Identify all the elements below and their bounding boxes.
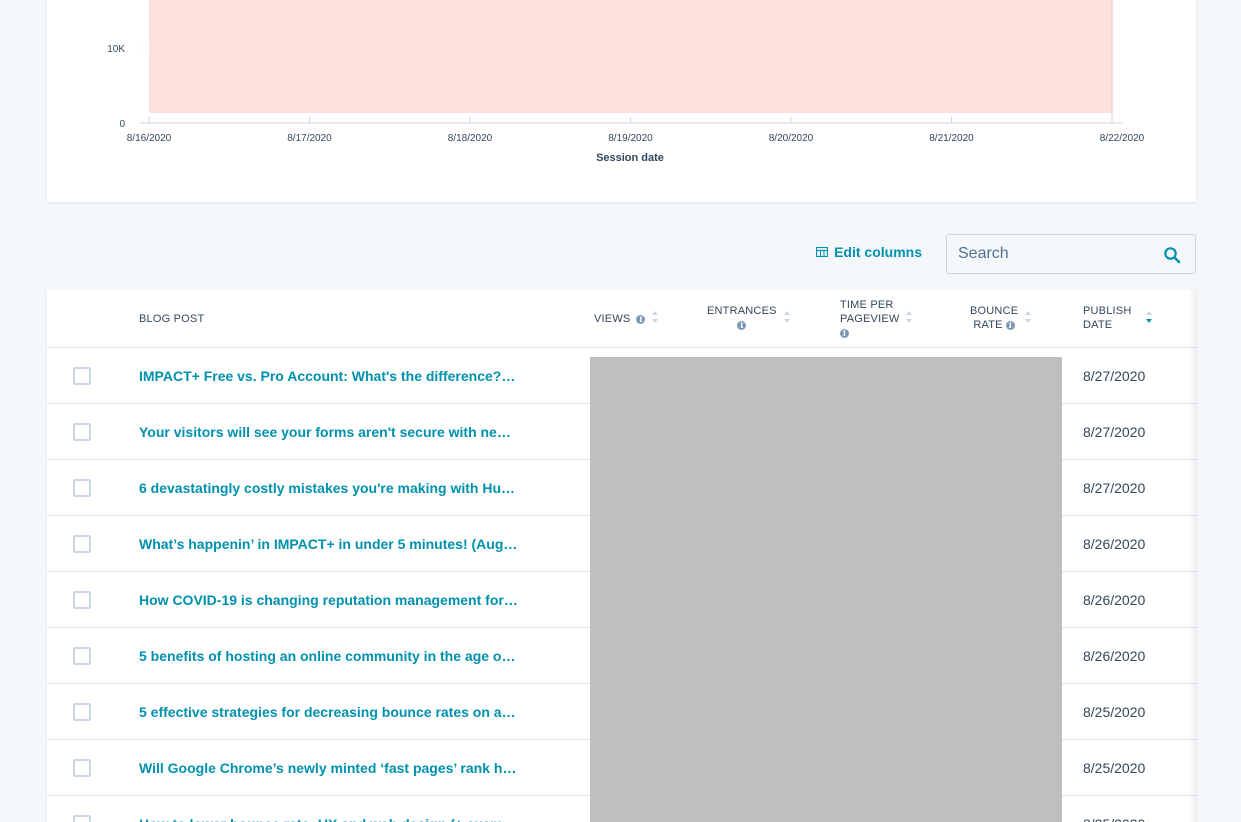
blog-post-link[interactable]: Will Google Chrome’s newly minted ‘fast … (139, 759, 519, 777)
row-checkbox[interactable] (73, 591, 91, 609)
sort-icon[interactable] (783, 310, 791, 328)
info-icon[interactable]: i (1005, 320, 1015, 330)
search-input[interactable] (947, 235, 1157, 273)
blog-posts-table: Blog post Views i Entrances i Time per p… (47, 290, 1196, 822)
sort-icon[interactable] (905, 310, 913, 328)
publish-date: 8/27/2020 (1083, 368, 1146, 384)
row-checkbox[interactable] (73, 759, 91, 777)
x-tick-label: 8/18/2020 (448, 133, 493, 144)
x-tick-label: 8/21/2020 (929, 133, 974, 144)
info-icon[interactable]: i (737, 320, 747, 330)
row-checkbox[interactable] (73, 423, 91, 441)
edit-columns-button[interactable]: Edit columns (816, 244, 922, 260)
y-tick-10k: 10K (107, 44, 125, 55)
edit-columns-label: Edit columns (834, 244, 922, 260)
blog-post-link[interactable]: 5 benefits of hosting an online communit… (139, 647, 519, 665)
x-tick-label: 8/20/2020 (769, 133, 814, 144)
header-entrances[interactable]: Entrances i (707, 304, 791, 332)
x-axis-ticks: 8/16/2020 8/17/2020 8/18/2020 8/19/2020 8/20… (127, 117, 1145, 144)
blog-post-link[interactable]: How to lower bounce rate: UX and web des… (139, 815, 519, 822)
x-tick-label: 8/19/2020 (608, 133, 653, 144)
sort-descending-icon[interactable] (1145, 310, 1153, 328)
x-tick-label: 8/17/2020 (287, 133, 332, 144)
table-toolbar: Edit columns (47, 234, 1196, 274)
blog-post-link[interactable]: 5 effective strategies for decreasing bo… (139, 703, 519, 721)
columns-icon (816, 247, 829, 257)
row-checkbox[interactable] (73, 535, 91, 553)
header-blog-post[interactable]: Blog post (139, 312, 204, 326)
info-icon[interactable]: i (636, 314, 646, 324)
blog-post-link[interactable]: 6 devastatingly costly mistakes you're m… (139, 479, 519, 497)
blog-post-link[interactable]: What’s happenin’ in IMPACT+ in under 5 m… (139, 535, 519, 553)
row-checkbox[interactable] (73, 815, 91, 822)
area-fill (149, 0, 1112, 113)
publish-date: 8/25/2020 (1083, 760, 1146, 776)
publish-date: 8/27/2020 (1083, 480, 1146, 496)
header-views[interactable]: Views i (594, 310, 659, 328)
x-axis-label: Session date (596, 152, 664, 164)
info-icon[interactable]: i (840, 328, 849, 338)
sessions-area-chart: 0 10K 8/16/2020 8/17/2020 8/18/2020 8/19/20… (107, 0, 1145, 164)
row-checkbox[interactable] (73, 703, 91, 721)
search-box[interactable] (946, 234, 1196, 274)
scroll-shadow (1188, 290, 1196, 822)
chart-card: 0 10K 8/16/2020 8/17/2020 8/18/2020 8/19/20… (47, 0, 1196, 202)
blog-post-link[interactable]: How COVID-19 is changing reputation mana… (139, 591, 519, 609)
publish-date: 8/27/2020 (1083, 424, 1146, 440)
publish-date: 8/25/2020 (1083, 704, 1146, 720)
publish-date: 8/26/2020 (1083, 592, 1146, 608)
blog-post-link[interactable]: Your visitors will see your forms aren't… (139, 423, 519, 441)
publish-date: 8/26/2020 (1083, 648, 1146, 664)
x-tick-label: 8/16/2020 (127, 133, 172, 144)
table-header: Blog post Views i Entrances i Time per p… (47, 290, 1196, 348)
header-time-per-pageview[interactable]: Time per pageview i (840, 298, 913, 340)
sort-icon[interactable] (1024, 310, 1032, 328)
row-checkbox[interactable] (73, 479, 91, 497)
search-icon[interactable] (1163, 246, 1181, 269)
y-tick-0: 0 (119, 119, 125, 130)
redacted-metrics-block (590, 357, 1062, 822)
row-checkbox[interactable] (73, 647, 91, 665)
sort-icon[interactable] (651, 310, 659, 328)
header-publish-date[interactable]: Publish date (1083, 304, 1153, 332)
row-checkbox[interactable] (73, 367, 91, 385)
blog-post-link[interactable]: IMPACT+ Free vs. Pro Account: What's the… (139, 367, 519, 385)
header-bounce-rate[interactable]: Bounce rate i (970, 304, 1032, 332)
publish-date: 8/25/2020 (1083, 815, 1145, 822)
x-tick-label: 8/22/2020 (1100, 133, 1145, 144)
publish-date: 8/26/2020 (1083, 536, 1146, 552)
